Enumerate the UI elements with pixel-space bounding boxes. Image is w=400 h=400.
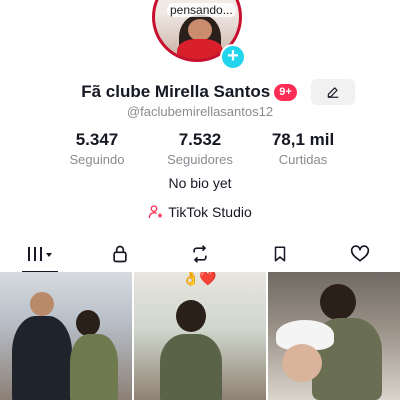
thumbnail-child-face [282, 344, 322, 382]
stat-label: Seguindo [69, 152, 125, 167]
thumbnail-person-head [176, 300, 206, 332]
stat-value: 78,1 mil [271, 130, 335, 149]
thumbnail-person [160, 334, 222, 400]
tab-saved[interactable] [256, 239, 304, 269]
stat-followers[interactable]: 7.532 Seguidores [155, 130, 245, 167]
profile-stats: 5.347 Seguindo 7.532 Seguidores 78,1 mil… [52, 130, 348, 167]
username: @faclubemirellasantos12 [126, 104, 274, 119]
notification-badge[interactable]: 9+ [274, 83, 297, 101]
bio-text: No bio yet [168, 175, 232, 191]
stat-following[interactable]: 5.347 Seguindo [52, 130, 142, 167]
thumbnail-emoji: 👌❤️ [182, 272, 217, 286]
tiktok-studio-link[interactable]: TikTok Studio [0, 204, 400, 220]
stat-label: Seguidores [167, 152, 233, 167]
tab-videos[interactable] [16, 239, 64, 273]
thumbnail-person-head [30, 292, 54, 316]
tab-liked[interactable] [336, 239, 384, 269]
video-thumbnail[interactable]: 👌❤️ [134, 272, 266, 400]
tab-private[interactable] [96, 239, 144, 269]
bookmark-icon [274, 246, 286, 262]
edit-profile-button[interactable] [310, 79, 355, 105]
studio-label: TikTok Studio [168, 204, 252, 220]
thumbnail-person-head [320, 284, 356, 320]
add-story-plus-icon[interactable]: + [220, 44, 246, 70]
avatar-face [188, 19, 212, 41]
video-thumbnail[interactable] [268, 272, 400, 400]
stat-value: 5.347 [75, 130, 119, 149]
videos-grid-icon [28, 247, 52, 261]
stat-likes[interactable]: 78,1 mil Curtidas [258, 130, 348, 167]
stat-label: Curtidas [278, 152, 328, 167]
thumbnail-person [12, 316, 72, 400]
display-name: Fã clube Mirella Santos [81, 82, 271, 101]
content-tabs [0, 238, 400, 273]
profile-name-row: Fã clube Mirella Santos 9+ [0, 79, 400, 105]
studio-person-star-icon [148, 205, 163, 219]
repost-icon [193, 245, 207, 263]
heart-icon [350, 245, 370, 262]
thumbnail-person-head [76, 310, 100, 336]
stat-value: 7.532 [178, 130, 222, 149]
tab-reposts[interactable] [176, 239, 224, 269]
lock-icon [113, 245, 127, 263]
video-grid: 👌❤️ [0, 272, 400, 400]
video-thumbnail[interactable] [0, 272, 132, 400]
avatar-outfit [177, 39, 223, 59]
thumbnail-person [70, 334, 118, 400]
pencil-icon [327, 87, 338, 98]
avatar-caption: pensando... [167, 3, 236, 17]
